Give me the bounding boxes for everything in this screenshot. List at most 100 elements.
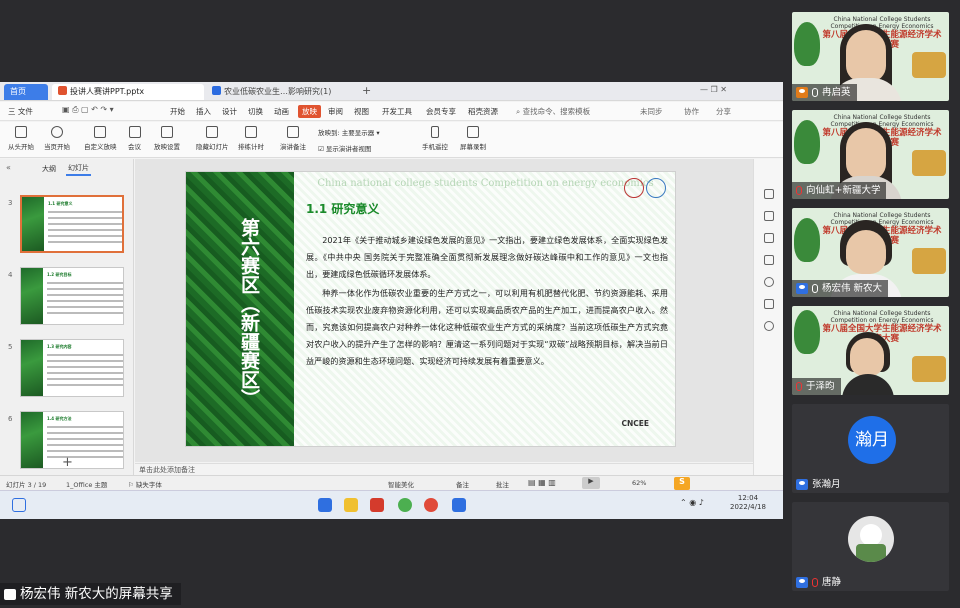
participant-tile[interactable]: China National College Students Competit… — [792, 12, 949, 101]
wps-icon[interactable] — [370, 498, 384, 512]
side-tool-icon[interactable] — [764, 277, 774, 287]
side-tool-icon[interactable] — [764, 233, 774, 243]
side-tool-icon[interactable] — [764, 255, 774, 265]
menu-developer[interactable]: 开发工具 — [382, 105, 412, 118]
menu-insert[interactable]: 插入 — [196, 105, 211, 118]
menu-review[interactable]: 审阅 — [328, 105, 343, 118]
ribbon-label: 排练计时 — [238, 143, 264, 151]
thumb-text-line — [47, 444, 123, 446]
tab-doc-file[interactable]: 农业低碳农业生…影响研究(1) — [206, 84, 356, 100]
command-search[interactable]: ⌕ 查找命令、搜索模板 — [516, 105, 590, 118]
explorer-icon[interactable] — [344, 498, 358, 512]
menu-view[interactable]: 视图 — [354, 105, 369, 118]
participant-name: 冉启英 — [822, 87, 851, 98]
play-circle-icon — [51, 126, 63, 138]
side-tools-strip — [753, 159, 783, 475]
menu-member[interactable]: 会员专享 — [426, 105, 456, 118]
mic-muted-icon — [796, 186, 802, 195]
share-button[interactable]: 分享 — [716, 105, 731, 118]
thumb-number: 6 — [8, 415, 13, 423]
zoom-level[interactable]: 62% — [632, 479, 646, 487]
participant-avatar: 瀚月 — [848, 416, 896, 464]
bg-tree — [794, 22, 820, 66]
slide-thumbnail[interactable]: 1.3 研究内容 — [20, 339, 124, 397]
thumb-text-line — [48, 235, 122, 237]
browser-icon[interactable] — [424, 498, 438, 512]
custom-show-button[interactable]: 自定义放映 — [84, 126, 117, 151]
side-tool-icon[interactable] — [764, 321, 774, 331]
hide-slide-button[interactable]: 隐藏幻灯片 — [196, 126, 229, 151]
participant-tile[interactable]: 瀚月 张瀚月 — [792, 404, 949, 493]
avatar-animal-head — [860, 524, 882, 546]
meeting-app-icon[interactable] — [452, 498, 466, 512]
share-user-icon — [4, 588, 16, 600]
slide-thumbnail[interactable]: 1.1 研究意义 — [20, 195, 124, 253]
start-icon[interactable] — [318, 498, 332, 512]
menu-start[interactable]: 开始 — [170, 105, 185, 118]
menu-animation[interactable]: 动画 — [274, 105, 289, 118]
presenter-view-checkbox[interactable]: ☑ 显示演讲者视图 — [318, 143, 371, 153]
bg-desert — [912, 150, 946, 176]
play-slideshow-button[interactable]: ▶ — [582, 477, 600, 489]
side-tool-icon[interactable] — [764, 189, 774, 199]
tab-slides[interactable]: 幻灯片 — [66, 162, 91, 176]
view-mode-icons[interactable]: ▤ ▦ ▥ — [528, 478, 556, 487]
menu-design[interactable]: 设计 — [222, 105, 237, 118]
screen-record-button[interactable]: 屏幕录制 — [460, 126, 486, 151]
tab-outline[interactable]: 大纲 — [42, 164, 56, 174]
participant-tile[interactable]: China National College Students Competit… — [792, 110, 949, 199]
notes-pane[interactable]: 单击此处添加备注 — [135, 463, 753, 475]
new-tab-icon[interactable]: + — [362, 84, 371, 97]
taskbar-clock[interactable]: 12:04 2022/4/18 — [730, 494, 766, 512]
meeting-button[interactable]: 会议 — [128, 126, 141, 151]
side-tool-icon[interactable] — [764, 299, 774, 309]
rehearse-timing-button[interactable]: 排练计时 — [238, 126, 264, 151]
add-slide-icon[interactable]: + — [62, 455, 73, 470]
display-select[interactable]: 放映到: 主要显示器 ▾ — [318, 127, 380, 137]
chrome-icon[interactable] — [398, 498, 412, 512]
user-icon — [796, 577, 808, 588]
phone-remote-button[interactable]: 手机遥控 — [422, 126, 448, 151]
tray-icons[interactable]: ⌃ ◉ ♪ — [680, 498, 704, 507]
side-tool-icon[interactable] — [764, 211, 774, 221]
thumb-text-line — [47, 438, 123, 440]
participant-tile[interactable]: China National College Students Competit… — [792, 306, 949, 395]
sync-status[interactable]: 未同步 — [640, 105, 663, 118]
quick-access-icons[interactable]: ▣ ⎙ ▢ ↶ ↷ ▾ — [62, 105, 114, 115]
menu-file[interactable]: 三 文件 — [8, 105, 33, 118]
from-current-button[interactable]: 当页开始 — [44, 126, 70, 151]
gear-icon — [161, 126, 173, 138]
display-label: 放映到: — [318, 129, 340, 137]
ribbon-label: 放映设置 — [154, 143, 180, 151]
missing-font[interactable]: ⚐ 缺失字体 — [128, 479, 162, 489]
comments-toggle[interactable]: 批注 — [496, 479, 509, 489]
speaker-notes-button[interactable]: 演讲备注 — [280, 126, 306, 151]
collapse-icon[interactable]: « — [6, 163, 11, 172]
participant-tile[interactable]: 唐静 — [792, 502, 949, 591]
play-icon — [15, 126, 27, 138]
notes-toggle[interactable]: 备注 — [456, 479, 469, 489]
document-tab-bar: 首页 投讲人赛讲PPT.pptx 农业低碳农业生…影响研究(1) + — ❐ ✕ — [0, 82, 783, 101]
ribbon-label: 会议 — [128, 143, 141, 151]
slide-watermark: China national college students Competit… — [317, 178, 654, 189]
show-settings-button[interactable]: 放映设置 — [154, 126, 180, 151]
slide-thumbnail[interactable]: 1.2 研究目标 — [20, 267, 124, 325]
thumb-text-line — [47, 294, 123, 296]
from-start-button[interactable]: 从头开始 — [8, 126, 34, 151]
task-view-icon[interactable] — [12, 498, 26, 512]
ppt-file-icon — [58, 86, 67, 95]
tab-home[interactable]: 首页 — [4, 84, 48, 100]
cncee-badge: CNCEE — [621, 419, 649, 428]
phone-icon — [431, 126, 439, 138]
menu-transition[interactable]: 切换 — [248, 105, 263, 118]
menu-slideshow[interactable]: 放映 — [298, 105, 321, 118]
tab-ppt-file[interactable]: 投讲人赛讲PPT.pptx — [52, 84, 204, 100]
participant-tile[interactable]: China National College Students Competit… — [792, 208, 949, 297]
collab-button[interactable]: 协作 — [684, 105, 699, 118]
beautify-button[interactable]: 智能美化 — [388, 479, 414, 489]
window-controls[interactable]: — ❐ ✕ — [700, 85, 727, 94]
menu-docer[interactable]: 稻壳资源 — [468, 105, 498, 118]
current-slide[interactable]: 第六赛区（新疆赛区） China national college studen… — [185, 171, 676, 447]
bg-desert — [912, 248, 946, 274]
ime-logo-icon[interactable]: S — [674, 477, 690, 490]
